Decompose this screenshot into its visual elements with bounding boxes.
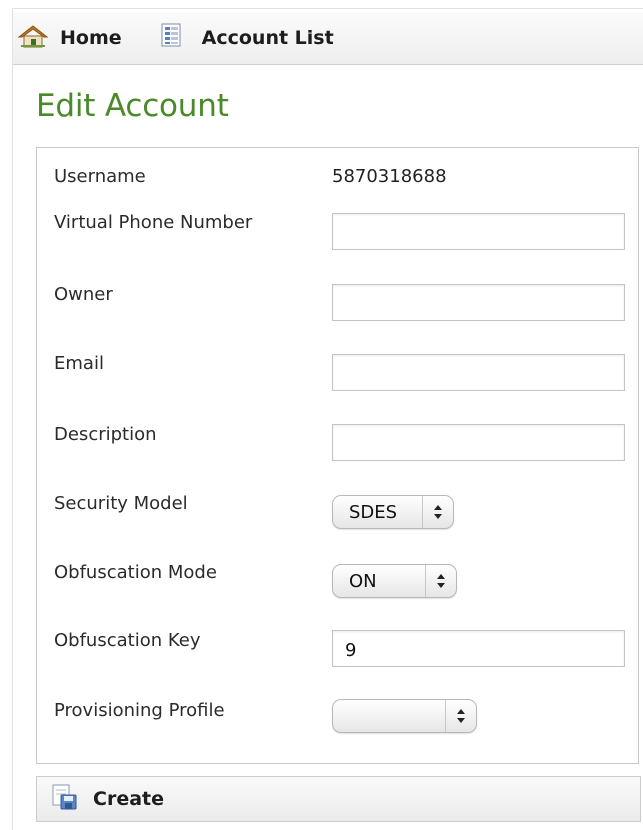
obfuscation-mode-label: Obfuscation Mode <box>54 562 217 583</box>
email-input[interactable] <box>332 354 625 391</box>
nav-home-link[interactable]: Home <box>17 24 122 53</box>
obfuscation-mode-select[interactable]: ON <box>332 564 457 598</box>
description-input[interactable] <box>332 424 625 461</box>
security-model-select[interactable]: SDES <box>332 495 454 529</box>
provisioning-profile-select[interactable] <box>332 699 477 733</box>
save-icon <box>51 783 79 815</box>
description-label: Description <box>54 424 157 445</box>
virtual-phone-label: Virtual Phone Number <box>54 212 253 233</box>
obfuscation-key-label: Obfuscation Key <box>54 630 201 651</box>
obfuscation-mode-value: ON <box>349 570 377 592</box>
nav-account-list-link[interactable]: Account List <box>160 23 334 54</box>
provisioning-profile-label: Provisioning Profile <box>54 700 225 721</box>
list-icon <box>160 23 184 54</box>
owner-label: Owner <box>54 284 113 305</box>
select-updown-arrows-icon <box>422 496 453 528</box>
page-title: Edit Account <box>36 88 229 124</box>
nav-home-label: Home <box>60 27 122 49</box>
select-updown-arrows-icon <box>425 565 456 597</box>
create-button-label: Create <box>93 788 164 810</box>
security-model-label: Security Model <box>54 493 188 514</box>
home-icon <box>17 24 49 53</box>
nav-account-list-label: Account List <box>201 27 334 49</box>
owner-input[interactable] <box>332 284 625 321</box>
create-button[interactable]: Create <box>51 783 164 815</box>
obfuscation-key-input[interactable] <box>332 630 625 667</box>
email-label: Email <box>54 353 104 374</box>
top-nav: Home Account List <box>13 12 643 65</box>
form-action-bar: Create <box>36 776 641 822</box>
virtual-phone-input[interactable] <box>332 213 625 250</box>
username-value: 5870318688 <box>332 166 447 187</box>
username-label: Username <box>54 166 146 187</box>
select-updown-arrows-icon <box>445 700 476 732</box>
security-model-value: SDES <box>349 501 398 523</box>
edit-account-form: Username 5870318688 Virtual Phone Number… <box>36 147 639 764</box>
